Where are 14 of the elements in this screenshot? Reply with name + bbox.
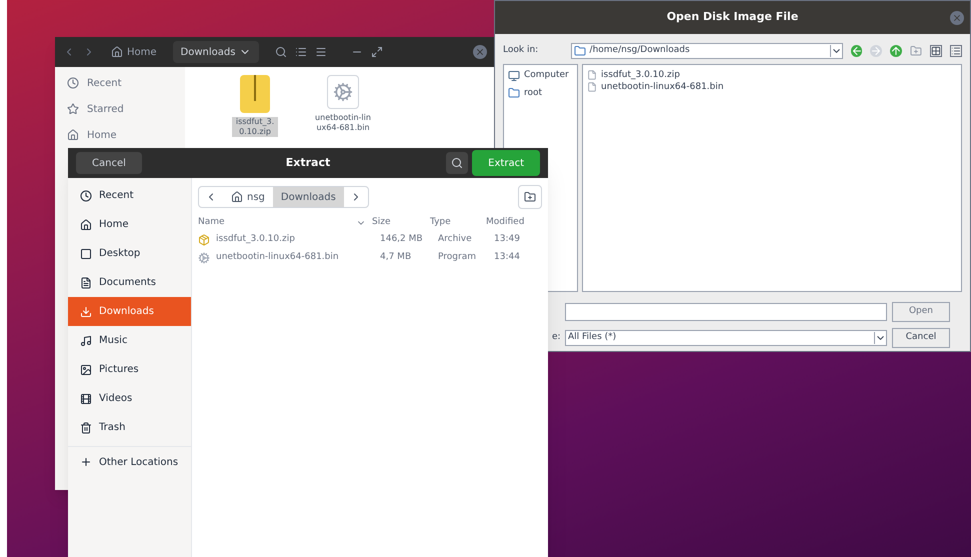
file-name: unetbootin-linux64-681.bin	[314, 113, 372, 133]
table-cell-text: Archive	[438, 233, 473, 246]
table-cell-text: issdfut_3.0.10.zip	[216, 233, 296, 246]
table-cell-text: unetbootin-linux64-681.bin	[216, 251, 340, 264]
table-cell-text: 4,7 MB	[380, 251, 412, 264]
table-cell-text: 13:44	[494, 251, 520, 264]
dialog-title: Extract	[286, 154, 330, 171]
table-cell-text: Program	[438, 251, 477, 264]
table-cell-text: 146,2 MB	[380, 233, 424, 246]
file-type-label: e:	[552, 331, 562, 344]
file-name: issdfut_3.0.10.zip	[232, 117, 278, 137]
table-cell-text: 13:49	[494, 233, 520, 246]
look-in-label: Look in:	[503, 44, 540, 58]
window-title: Open Disk Image File	[666, 9, 798, 26]
